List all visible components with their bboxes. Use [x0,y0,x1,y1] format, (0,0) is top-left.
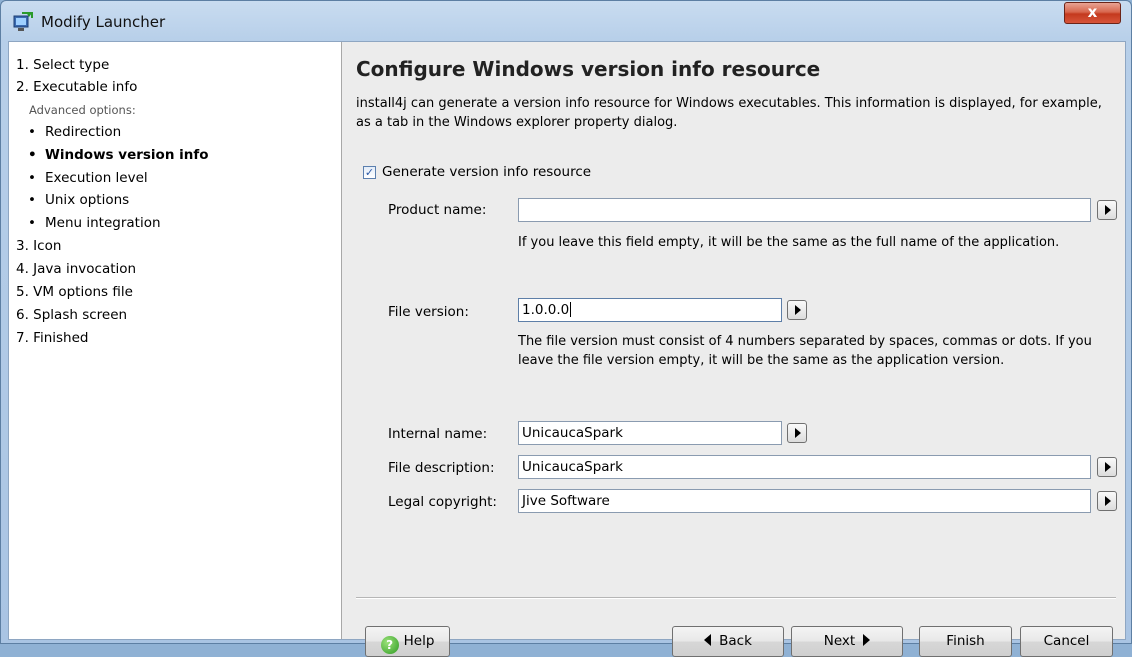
internal-name-variable-button[interactable] [787,423,807,443]
next-button[interactable]: Next [791,626,903,657]
step-navigation: 1. Select type 2. Executable info Advanc… [9,42,342,639]
generate-version-info-checkbox[interactable]: ✓ [363,166,376,179]
arrow-right-icon [863,634,871,646]
file-version-input[interactable]: 1.0.0.0 [518,298,782,322]
step-finished[interactable]: 7. Finished [16,330,88,346]
file-version-label: File version: [388,304,469,320]
window-title: Modify Launcher [41,13,166,31]
close-icon: x [1087,3,1098,21]
page-description: install4j can generate a version info re… [356,96,1102,130]
product-name-label: Product name: [388,202,487,218]
close-button[interactable]: x [1064,2,1121,24]
advanced-options-label: Advanced options: [29,103,136,117]
finish-button[interactable]: Finish [919,626,1012,657]
internal-name-input[interactable]: UnicaucaSpark [518,421,782,445]
step-vm-options-file[interactable]: 5. VM options file [16,284,133,300]
internal-name-label: Internal name: [388,426,488,442]
step-java-invocation[interactable]: 4. Java invocation [16,261,136,277]
help-icon: ? [380,636,399,654]
step-executable-info[interactable]: 2. Executable info [16,79,137,95]
step-redirection[interactable]: • Redirection [28,124,121,140]
legal-copyright-variable-button[interactable] [1097,491,1117,511]
modify-launcher-window: Modify Launcher x 1. Select type 2. Exec… [0,0,1132,657]
legal-copyright-input[interactable]: Jive Software [518,489,1091,513]
launcher-app-icon [13,12,33,31]
main-panel: Configure Windows version info resource … [343,42,1125,639]
generate-version-info-label[interactable]: Generate version info resource [382,164,591,180]
step-windows-version-info[interactable]: • Windows version info [28,147,209,163]
footer-separator [356,597,1116,599]
file-version-variable-button[interactable] [787,300,807,320]
text-caret [570,302,572,317]
step-unix-options[interactable]: • Unix options [28,192,129,208]
product-name-variable-button[interactable] [1097,200,1117,220]
help-button[interactable]: ? Help [365,626,450,657]
step-icon[interactable]: 3. Icon [16,238,61,254]
step-execution-level[interactable]: • Execution level [28,170,148,186]
step-splash-screen[interactable]: 6. Splash screen [16,307,127,323]
arrow-left-icon [704,634,712,646]
cancel-button[interactable]: Cancel [1020,626,1113,657]
title-bar[interactable]: Modify Launcher x [1,1,1131,41]
page-title: Configure Windows version info resource [356,57,821,81]
file-version-help: The file version must consist of 4 numbe… [518,334,1092,368]
file-description-label: File description: [388,460,495,476]
file-description-variable-button[interactable] [1097,457,1117,477]
step-select-type[interactable]: 1. Select type [16,57,109,73]
product-name-help: If you leave this field empty, it will b… [518,235,1060,250]
legal-copyright-label: Legal copyright: [388,494,497,510]
back-button[interactable]: Back [672,626,784,657]
dialog-body: 1. Select type 2. Executable info Advanc… [8,41,1126,657]
file-description-input[interactable]: UnicaucaSpark [518,455,1091,479]
product-name-input[interactable] [518,198,1091,222]
step-menu-integration[interactable]: • Menu integration [28,215,161,231]
